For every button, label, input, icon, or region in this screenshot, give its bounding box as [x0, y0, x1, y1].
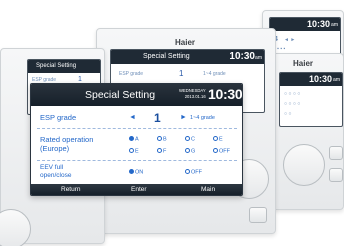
eev-on-option[interactable]: ON	[129, 169, 143, 176]
rated-option-e2[interactable]: E	[129, 148, 139, 155]
dpad-button-right[interactable]	[283, 144, 325, 186]
special-setting-screen: Special Setting WEDNESDAY 2013.01.16 10:…	[30, 83, 243, 196]
esp-increase-arrow-icon[interactable]: ►	[180, 114, 187, 121]
rated-option-a[interactable]: A	[129, 136, 139, 143]
radio-selected-icon	[129, 169, 134, 174]
radio-icon	[185, 169, 190, 174]
main-button[interactable]: Main	[201, 184, 215, 195]
esp-grade-label: ESP grade	[40, 113, 77, 122]
esp-decrease-arrow-icon[interactable]: ◄	[129, 114, 136, 121]
brand-logo-right: Haier	[293, 59, 314, 68]
divider-2	[37, 160, 237, 161]
pad-button-right-bottom[interactable]	[329, 168, 343, 182]
rated-option-g[interactable]: G	[185, 148, 195, 155]
screen-header: Special Setting WEDNESDAY 2013.01.16 10:…	[31, 84, 242, 106]
radio-icon	[157, 136, 162, 141]
controller-panel-right: Haier 10:30 am ○ ○ ○ ○ ○ ○ ○ ○ ○ ○	[272, 53, 344, 210]
radio-selected-icon	[129, 136, 134, 141]
screen-title: Special Setting	[85, 89, 156, 101]
screen-footer: Return Enter Main	[31, 184, 242, 195]
rated-operation-label: Rated operation (Europe)	[40, 135, 94, 153]
rated-option-b[interactable]: B	[157, 136, 167, 143]
eev-off-option[interactable]: OFF	[185, 169, 202, 176]
rated-option-off[interactable]: OFF	[213, 148, 230, 155]
screen-header-left: Special Setting	[28, 60, 100, 73]
brand-logo-center: Haier	[175, 38, 196, 47]
eev-label: EEV full open/close	[40, 164, 72, 179]
screen-header-center: Special Setting 10:30 am	[111, 50, 264, 64]
date-display: WEDNESDAY 2013.01.16	[179, 88, 206, 99]
screen-header-right: 10:30 am	[280, 73, 342, 86]
rated-option-f[interactable]: F	[157, 148, 166, 155]
radio-icon	[185, 136, 190, 141]
enter-button[interactable]: Enter	[131, 184, 147, 195]
rated-option-c[interactable]: C	[185, 136, 195, 143]
return-button[interactable]: Return	[61, 184, 81, 195]
time-display: 10:30am	[208, 86, 243, 102]
pad-button-center[interactable]	[249, 207, 267, 223]
rated-option-e[interactable]: E	[213, 136, 223, 143]
controller-screen-right: 10:30 am ○ ○ ○ ○ ○ ○ ○ ○ ○ ○	[279, 72, 343, 127]
radio-icon	[157, 148, 162, 153]
esp-grade-value: 1	[154, 111, 161, 125]
screen-header-far-right: 10:30 am	[270, 18, 340, 31]
radio-icon	[213, 148, 218, 153]
dpad-button-left[interactable]	[0, 209, 31, 246]
radio-icon	[213, 136, 218, 141]
divider-1	[37, 128, 237, 129]
esp-grade-range: 1~4 grade	[190, 115, 215, 121]
pad-button-right-top[interactable]	[329, 146, 343, 160]
radio-icon	[185, 148, 190, 153]
radio-icon	[129, 148, 134, 153]
